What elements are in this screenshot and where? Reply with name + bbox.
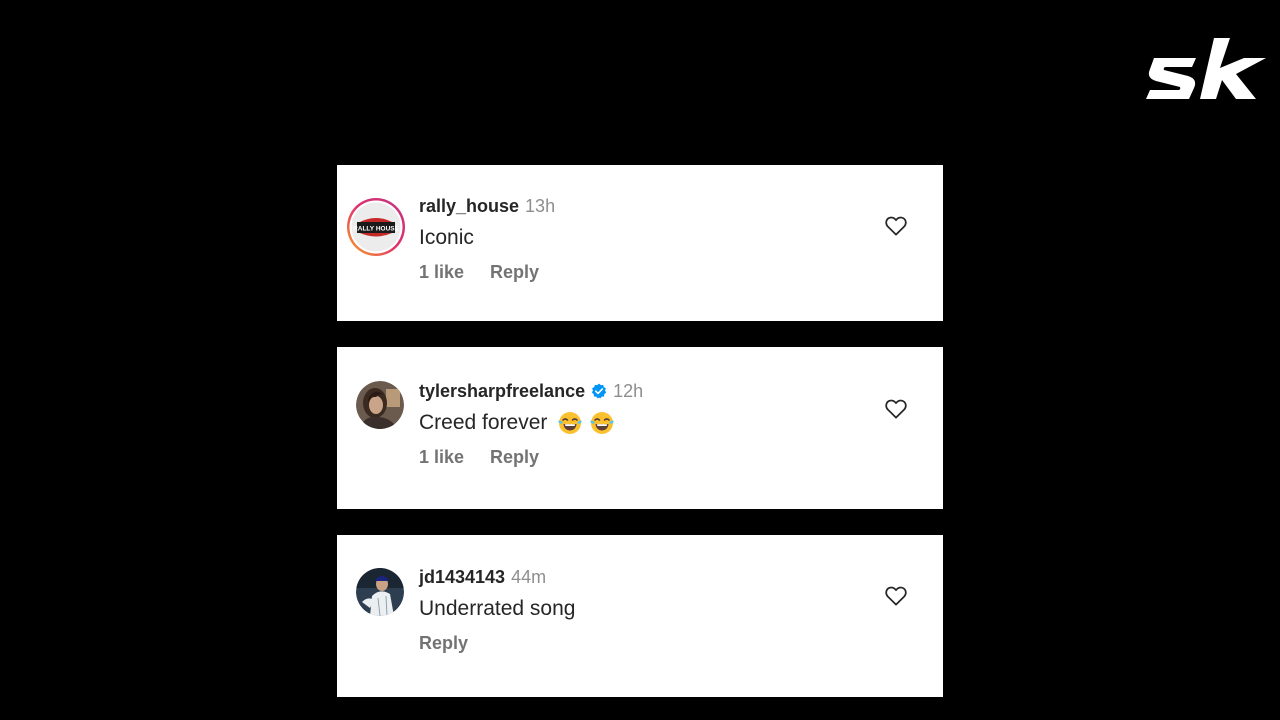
comment-timestamp: 13h	[525, 195, 556, 216]
comment-card: jd1434143 44m Underrated song Reply	[337, 535, 943, 697]
sk-logo-icon	[1146, 38, 1266, 99]
rally-house-logo-icon[interactable]: RALLY HOUSE	[346, 197, 406, 257]
comment-timestamp: 12h	[613, 380, 644, 401]
comment-body: tylersharpfreelance 12h Creed forever 1 …	[419, 380, 643, 468]
comment-timestamp: 44m	[511, 566, 547, 587]
comment-actions: Reply	[419, 633, 575, 654]
comment-text-content: Underrated song	[419, 597, 576, 620]
profile-photo-icon[interactable]	[356, 568, 404, 616]
username-link[interactable]: tylersharpfreelance	[419, 381, 585, 402]
screenshot-stage: RALLY HOUSE rally_house 13h Iconic 1 lik…	[0, 0, 1280, 720]
face-with-tears-of-joy-icon	[558, 412, 583, 434]
reply-button[interactable]: Reply	[490, 447, 539, 468]
verified-badge-icon	[591, 383, 607, 399]
avatar-logo-text: RALLY HOUSE	[353, 226, 400, 233]
username-link[interactable]: rally_house	[419, 196, 519, 217]
reply-button[interactable]: Reply	[490, 262, 539, 283]
username-link[interactable]: jd1434143	[419, 567, 505, 588]
comment-card: tylersharpfreelance 12h Creed forever 1 …	[337, 347, 943, 509]
comment-body: rally_house 13h Iconic 1 like Reply	[419, 195, 555, 283]
comment-text: Iconic	[419, 225, 555, 251]
comment-actions: 1 like Reply	[419, 262, 555, 283]
comment-text-content: Iconic	[419, 226, 474, 249]
comment-meta: tylersharpfreelance 12h	[419, 380, 643, 402]
comment-meta: jd1434143 44m	[419, 566, 575, 588]
reply-button[interactable]: Reply	[419, 633, 468, 654]
heart-icon[interactable]	[885, 399, 907, 419]
face-with-tears-of-joy-icon	[590, 412, 615, 434]
heart-icon[interactable]	[885, 586, 907, 606]
likes-count-link[interactable]: 1 like	[419, 447, 464, 468]
heart-icon[interactable]	[885, 216, 907, 236]
comment-card: RALLY HOUSE rally_house 13h Iconic 1 lik…	[337, 165, 943, 321]
likes-count-link[interactable]: 1 like	[419, 262, 464, 283]
comment-meta: rally_house 13h	[419, 195, 555, 217]
comment-text-content: Creed forever	[419, 411, 548, 434]
comment-text: Underrated song	[419, 596, 575, 622]
profile-photo-icon[interactable]	[356, 381, 404, 429]
comment-text: Creed forever	[419, 410, 643, 436]
comment-actions: 1 like Reply	[419, 447, 643, 468]
comment-body: jd1434143 44m Underrated song Reply	[419, 566, 575, 654]
